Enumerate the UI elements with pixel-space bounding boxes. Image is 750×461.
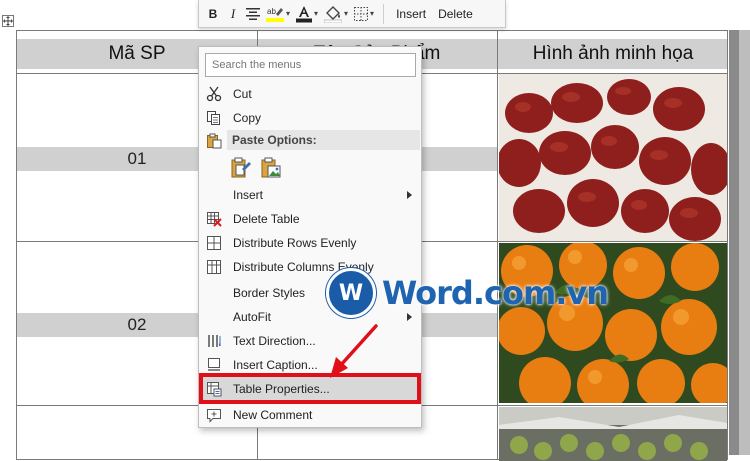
comment-icon: [200, 403, 228, 427]
clipboard-icon: [200, 129, 228, 153]
font-color-button[interactable]: [293, 3, 315, 25]
menu-item-new-comment[interactable]: New Comment: [200, 403, 420, 427]
menu-item-distribute-rows[interactable]: Distribute Rows Evenly: [200, 231, 420, 255]
menu-item-copy[interactable]: Copy: [200, 106, 420, 130]
context-menu: Cut Copy Paste Options:: [198, 46, 422, 428]
highlight-color-button[interactable]: ab: [263, 3, 287, 25]
word-logo-icon: W: [326, 268, 376, 318]
borders-button[interactable]: [351, 3, 371, 25]
page-edge-strip: [729, 30, 750, 455]
paste-picture-button[interactable]: [258, 155, 284, 181]
italic-button[interactable]: I: [223, 3, 243, 25]
paste-option-buttons: [200, 154, 420, 182]
svg-text:ab: ab: [267, 7, 276, 16]
watermark-text: Word.com.vn: [382, 274, 609, 312]
highlighter-icon: ab: [266, 7, 284, 22]
shading-dropdown-icon[interactable]: ▾: [344, 9, 348, 18]
tangerine-photo: [499, 243, 727, 403]
borders-dropdown-icon[interactable]: ▾: [370, 9, 374, 18]
paste-options-header: Paste Options:: [227, 130, 420, 150]
delete-table-icon: [200, 207, 228, 231]
distribute-rows-icon: [200, 231, 228, 255]
copy-icon: [200, 106, 228, 130]
search-menus-input[interactable]: [205, 53, 416, 77]
align-center-button[interactable]: [243, 3, 263, 25]
borders-icon: [354, 6, 369, 21]
mini-toolbar: B I ab ▾ ▾ ▾ ▾ Insert Delete: [198, 0, 506, 28]
header-illustration: Hình ảnh minh họa: [532, 43, 694, 64]
distribute-columns-icon: [200, 255, 228, 279]
paste-keep-formatting-icon: [231, 157, 251, 178]
menu-item-text-direction[interactable]: Text Direction...: [200, 329, 420, 353]
table-move-handle[interactable]: [2, 15, 14, 27]
menu-item-cut[interactable]: Cut: [200, 82, 420, 106]
insert-button[interactable]: Insert: [390, 7, 432, 21]
watermark: W Word.com.vn: [326, 268, 609, 318]
shading-button[interactable]: [321, 3, 345, 25]
font-color-icon: [296, 5, 313, 22]
jujube-photo: [499, 73, 727, 241]
submenu-arrow-icon: [407, 191, 412, 199]
highlight-annotation-box: [199, 373, 421, 404]
paint-bucket-icon: [324, 5, 343, 23]
font-color-dropdown-icon[interactable]: ▾: [314, 9, 318, 18]
highlight-dropdown-icon[interactable]: ▾: [286, 9, 290, 18]
text-direction-icon: [200, 329, 228, 353]
move-arrows-icon: [3, 16, 13, 26]
green-fruit-photo: [499, 407, 727, 461]
align-center-icon: [246, 7, 260, 20]
bold-button[interactable]: B: [203, 3, 223, 25]
menu-item-insert[interactable]: Insert: [200, 183, 420, 207]
paste-keep-formatting-button[interactable]: [228, 155, 254, 181]
menu-item-delete-table[interactable]: Delete Table: [200, 207, 420, 231]
scissors-icon: [200, 82, 228, 106]
paste-picture-icon: [261, 157, 281, 178]
delete-button[interactable]: Delete: [432, 7, 479, 21]
